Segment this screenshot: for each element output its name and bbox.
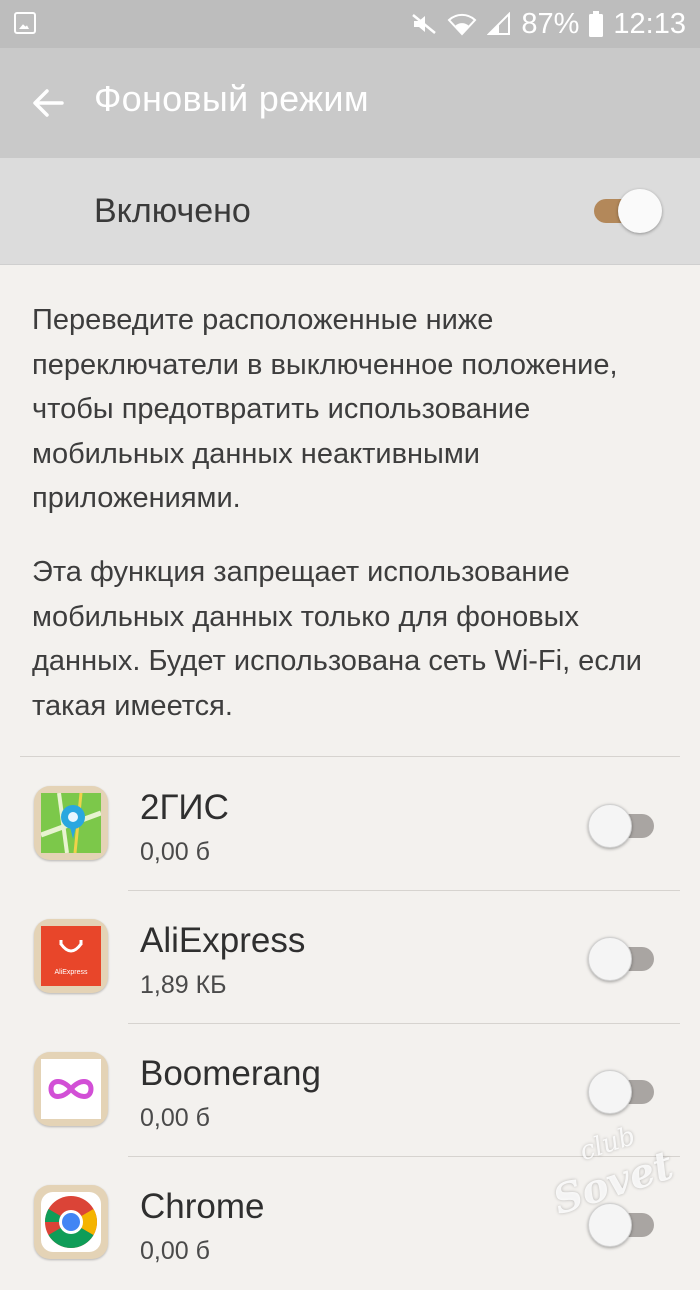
boomerang-icon bbox=[34, 1052, 108, 1126]
app-background-data-toggle[interactable] bbox=[588, 804, 660, 848]
toggle-thumb bbox=[588, 804, 632, 848]
mute-icon bbox=[411, 13, 437, 35]
app-data-size: 1,89 КБ bbox=[140, 971, 227, 999]
toggle-thumb bbox=[588, 937, 632, 981]
chrome-icon bbox=[34, 1185, 108, 1259]
app-background-data-toggle[interactable] bbox=[588, 937, 660, 981]
battery-percent: 87% bbox=[521, 7, 580, 40]
app-data-size: 0,00 б bbox=[140, 1104, 210, 1132]
2gis-icon bbox=[34, 786, 108, 860]
battery-icon bbox=[589, 11, 604, 37]
app-list-item[interactable]: AliExpress AliExpress 1,89 КБ bbox=[0, 891, 700, 1024]
app-name: Chrome bbox=[140, 1187, 265, 1226]
app-name: 2ГИС bbox=[140, 788, 229, 827]
wifi-icon bbox=[447, 12, 477, 36]
signal-icon bbox=[487, 12, 511, 36]
aliexpress-icon: AliExpress bbox=[34, 919, 108, 993]
description-paragraph: Переведите расположенные ниже переключат… bbox=[32, 304, 618, 514]
app-name: Boomerang bbox=[140, 1054, 321, 1093]
master-switch-toggle[interactable] bbox=[590, 189, 662, 233]
app-data-size: 0,00 б bbox=[140, 838, 210, 866]
master-switch-label: Включено bbox=[94, 192, 251, 230]
app-data-size: 0,00 б bbox=[140, 1237, 210, 1265]
app-bar: Фоновый режим bbox=[0, 48, 700, 158]
aliexpress-icon-caption: AliExpress bbox=[54, 969, 88, 976]
arrow-left-icon[interactable] bbox=[28, 83, 68, 123]
divider bbox=[20, 756, 680, 757]
toggle-thumb bbox=[618, 189, 662, 233]
clock: 12:13 bbox=[613, 7, 686, 40]
page-title: Фоновый режим bbox=[94, 78, 369, 119]
app-background-data-toggle[interactable] bbox=[588, 1070, 660, 1114]
master-switch-row[interactable]: Включено bbox=[0, 158, 700, 265]
description-paragraph: Эта функция запрещает использование моби… bbox=[32, 556, 642, 722]
status-bar: 87% 12:13 bbox=[0, 0, 700, 48]
gallery-icon bbox=[14, 12, 36, 34]
app-list-item[interactable]: 2ГИС 0,00 б bbox=[0, 758, 700, 891]
status-icons: 87% 12:13 bbox=[411, 6, 686, 42]
app-name: AliExpress bbox=[140, 921, 306, 960]
toggle-thumb bbox=[588, 1070, 632, 1114]
